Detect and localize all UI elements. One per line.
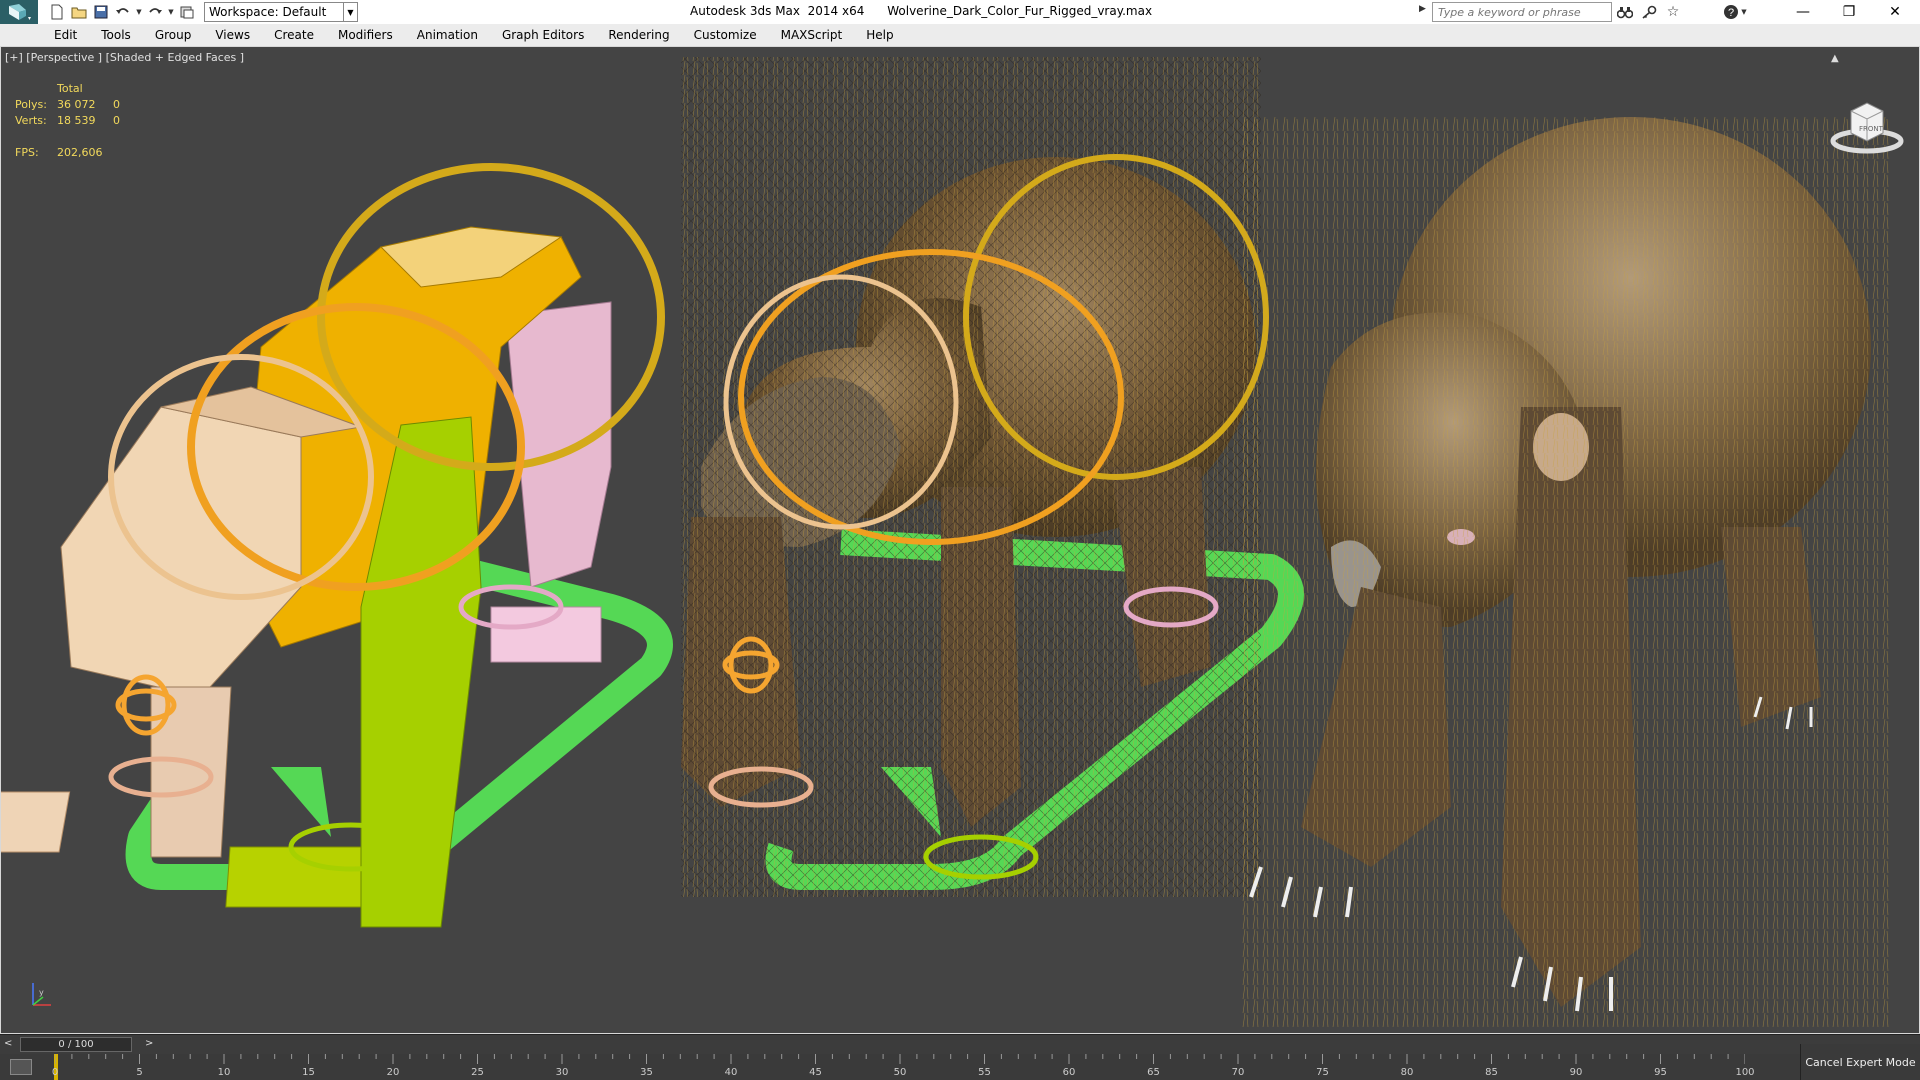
undo-icon[interactable]: [112, 1, 134, 23]
time-slider-prev-button[interactable]: <: [4, 1038, 12, 1049]
new-file-icon[interactable]: [46, 1, 68, 23]
viewcube-icon[interactable]: FRONT: [1827, 81, 1907, 161]
scene-render[interactable]: [1, 47, 1920, 1034]
track-tick-label: 75: [1316, 1067, 1329, 1078]
help-dropdown-icon[interactable]: ▼: [1738, 1, 1750, 23]
cancel-expert-mode-button[interactable]: Cancel Expert Mode: [1800, 1044, 1920, 1080]
close-icon[interactable]: ✕: [1872, 0, 1918, 24]
menu-maxscript[interactable]: MAXScript: [781, 28, 843, 42]
menu-tools[interactable]: Tools: [101, 28, 131, 42]
menu-help[interactable]: Help: [866, 28, 893, 42]
3dsmax-logo-icon: [9, 4, 31, 20]
polys-label: Polys:: [15, 98, 47, 111]
menu-views[interactable]: Views: [215, 28, 250, 42]
track-tick-label: 40: [724, 1067, 738, 1078]
search-input[interactable]: [1432, 2, 1612, 22]
restore-icon[interactable]: ❐: [1826, 0, 1872, 24]
menu-bar: Edit Tools Group Views Create Modifiers …: [0, 24, 1920, 46]
verts-selected: 0: [113, 114, 120, 127]
track-tick-label: 10: [217, 1067, 231, 1078]
polys-selected: 0: [113, 98, 120, 111]
title-bar: ▼ ▼ Workspace: Default ▼ Autodesk 3ds Ma…: [0, 0, 1920, 24]
track-tick-label: 25: [471, 1067, 484, 1078]
time-slider-thumb[interactable]: 0 / 100: [20, 1037, 132, 1052]
track-tick-label: 45: [809, 1067, 822, 1078]
wireframe-fur-model[interactable]: [681, 57, 1304, 897]
project-folder-icon[interactable]: [176, 1, 198, 23]
menu-customize[interactable]: Customize: [694, 28, 757, 42]
svg-text:y: y: [39, 988, 44, 997]
window-title: Autodesk 3ds Max 2014 x64 Wolverine_Dark…: [690, 4, 1153, 18]
minimize-icon[interactable]: —: [1780, 0, 1826, 24]
fps-label: FPS:: [15, 146, 39, 159]
mini-curve-editor-icon[interactable]: [10, 1059, 32, 1075]
verts-label: Verts:: [15, 114, 47, 127]
workspace-dropdown[interactable]: Workspace: Default: [204, 2, 344, 22]
viewport-statistics: Total Polys: 36 072 0 Verts: 18 539 0 FP…: [15, 81, 133, 161]
viewcube-front-label: FRONT: [1859, 125, 1884, 133]
viewport-label[interactable]: [+] [Perspective ] [Shaded + Edged Faces…: [5, 51, 244, 64]
menu-create[interactable]: Create: [274, 28, 314, 42]
track-tick-label: 95: [1654, 1067, 1667, 1078]
search-expand-icon[interactable]: ▶: [1419, 4, 1426, 14]
track-tick-label: 80: [1400, 1067, 1414, 1078]
track-tick-label: 50: [893, 1067, 907, 1078]
undo-dropdown-icon[interactable]: ▼: [134, 1, 144, 23]
track-tick-label: 0: [51, 1067, 59, 1078]
viewport-pin-icon[interactable]: ▲: [1831, 53, 1839, 64]
rig-proxy-model[interactable]: [1, 163, 673, 928]
track-tick-label: 90: [1569, 1067, 1583, 1078]
key-icon[interactable]: [1638, 1, 1660, 23]
menu-rendering[interactable]: Rendering: [608, 28, 669, 42]
track-tick-label: 100: [1735, 1067, 1755, 1078]
binoculars-icon[interactable]: [1614, 1, 1636, 23]
menu-modifiers[interactable]: Modifiers: [338, 28, 393, 42]
track-tick-label: 65: [1147, 1067, 1160, 1078]
app-menu-button[interactable]: [0, 0, 38, 24]
track-tick-label: 85: [1485, 1067, 1498, 1078]
open-file-icon[interactable]: [68, 1, 90, 23]
track-tick-label: 35: [640, 1067, 653, 1078]
fps-value: 202,606: [57, 146, 103, 159]
track-tick-label: 5: [136, 1067, 143, 1078]
redo-dropdown-icon[interactable]: ▼: [166, 1, 176, 23]
menu-edit[interactable]: Edit: [54, 28, 77, 42]
menu-group[interactable]: Group: [155, 28, 192, 42]
polys-value: 36 072: [57, 98, 96, 111]
track-bar[interactable]: 0 5 10 15 20 25 30 35 40 45 50 55 60 65 70 75 80 85 90 95 10…: [0, 1054, 1800, 1080]
track-tick-label: 60: [1062, 1067, 1076, 1078]
svg-text:?: ?: [1728, 7, 1734, 19]
verts-value: 18 539: [57, 114, 96, 127]
rendered-fur-model[interactable]: [1241, 117, 1891, 1027]
track-tick-label: 20: [386, 1067, 400, 1078]
axis-tripod-icon: y: [32, 983, 51, 1006]
menu-animation[interactable]: Animation: [417, 28, 478, 42]
track-tick-label: 30: [555, 1067, 569, 1078]
time-slider[interactable]: < 0 / 100 >: [0, 1034, 1920, 1054]
redo-icon[interactable]: [144, 1, 166, 23]
track-tick-label: 55: [978, 1067, 991, 1078]
stats-header: Total: [57, 82, 83, 95]
workspace-dropdown-arrow-icon[interactable]: ▼: [344, 2, 358, 22]
track-tick-label: 70: [1231, 1067, 1245, 1078]
track-tick-label: 15: [302, 1067, 315, 1078]
time-slider-next-button[interactable]: >: [145, 1038, 153, 1049]
star-icon[interactable]: ☆: [1662, 1, 1684, 23]
save-icon[interactable]: [90, 1, 112, 23]
menu-graph-editors[interactable]: Graph Editors: [502, 28, 584, 42]
perspective-viewport[interactable]: [+] [Perspective ] [Shaded + Edged Faces…: [0, 46, 1920, 1034]
